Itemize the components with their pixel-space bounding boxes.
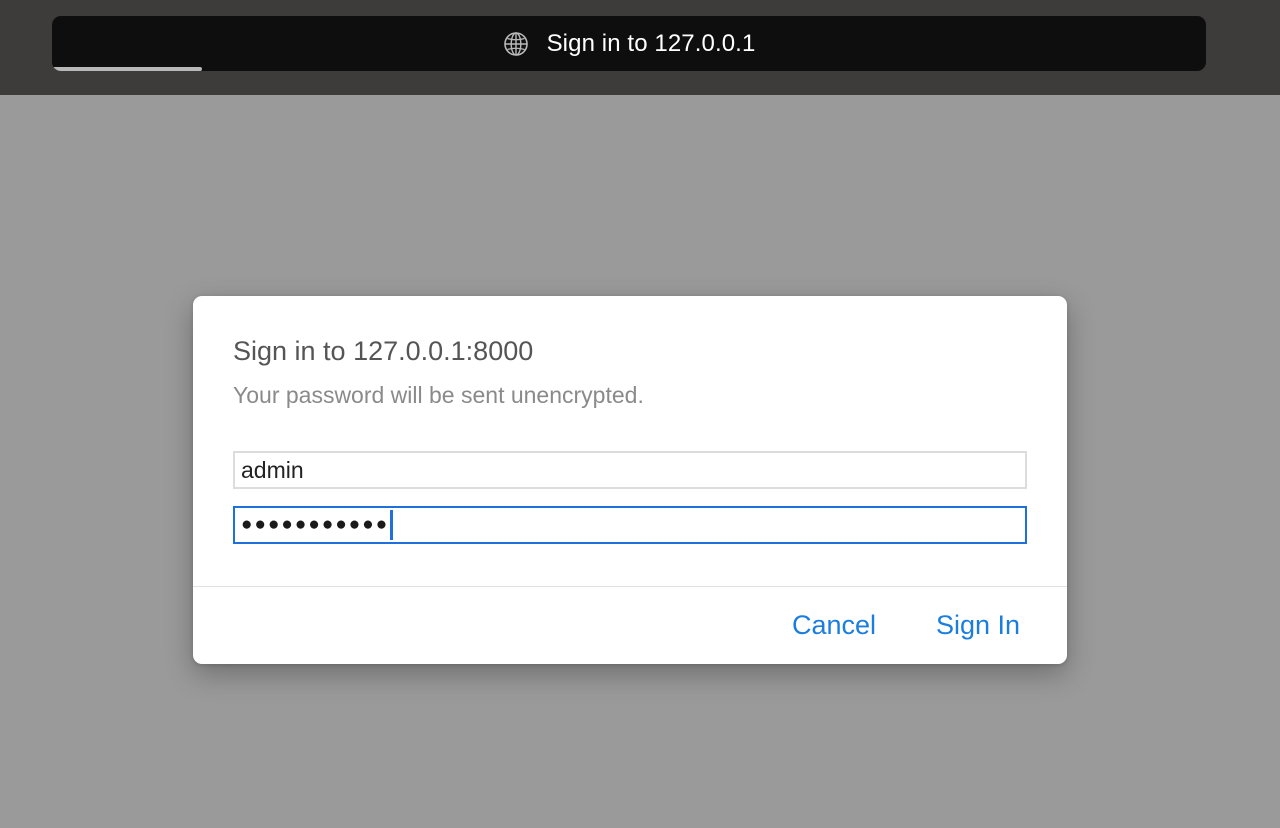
page-load-progress bbox=[52, 67, 1206, 71]
page-load-progress-fill bbox=[52, 67, 203, 71]
dialog-warning-text: Your password will be sent unencrypted. bbox=[233, 382, 644, 408]
browser-toolbar: Sign in to 127.0.0.1 bbox=[0, 0, 1280, 95]
address-bar-content: Sign in to 127.0.0.1 bbox=[52, 16, 1206, 71]
sign-in-dialog: Sign in to 127.0.0.1:8000 Your password … bbox=[193, 296, 1067, 664]
cancel-button[interactable]: Cancel bbox=[792, 610, 876, 641]
address-bar[interactable]: Sign in to 127.0.0.1 bbox=[52, 16, 1206, 71]
sign-in-button[interactable]: Sign In bbox=[936, 610, 1020, 641]
address-title: Sign in to 127.0.0.1 bbox=[546, 29, 756, 57]
username-field[interactable]: admin bbox=[233, 451, 1027, 489]
globe-icon bbox=[503, 31, 528, 56]
password-masked-value: ●●●●●●●●●●● bbox=[241, 514, 390, 535]
dialog-divider bbox=[193, 586, 1067, 587]
text-cursor bbox=[390, 510, 394, 540]
password-field[interactable]: ●●●●●●●●●●● bbox=[233, 506, 1027, 544]
dialog-title: Sign in to 127.0.0.1:8000 bbox=[233, 336, 534, 366]
username-value: admin bbox=[241, 456, 304, 483]
